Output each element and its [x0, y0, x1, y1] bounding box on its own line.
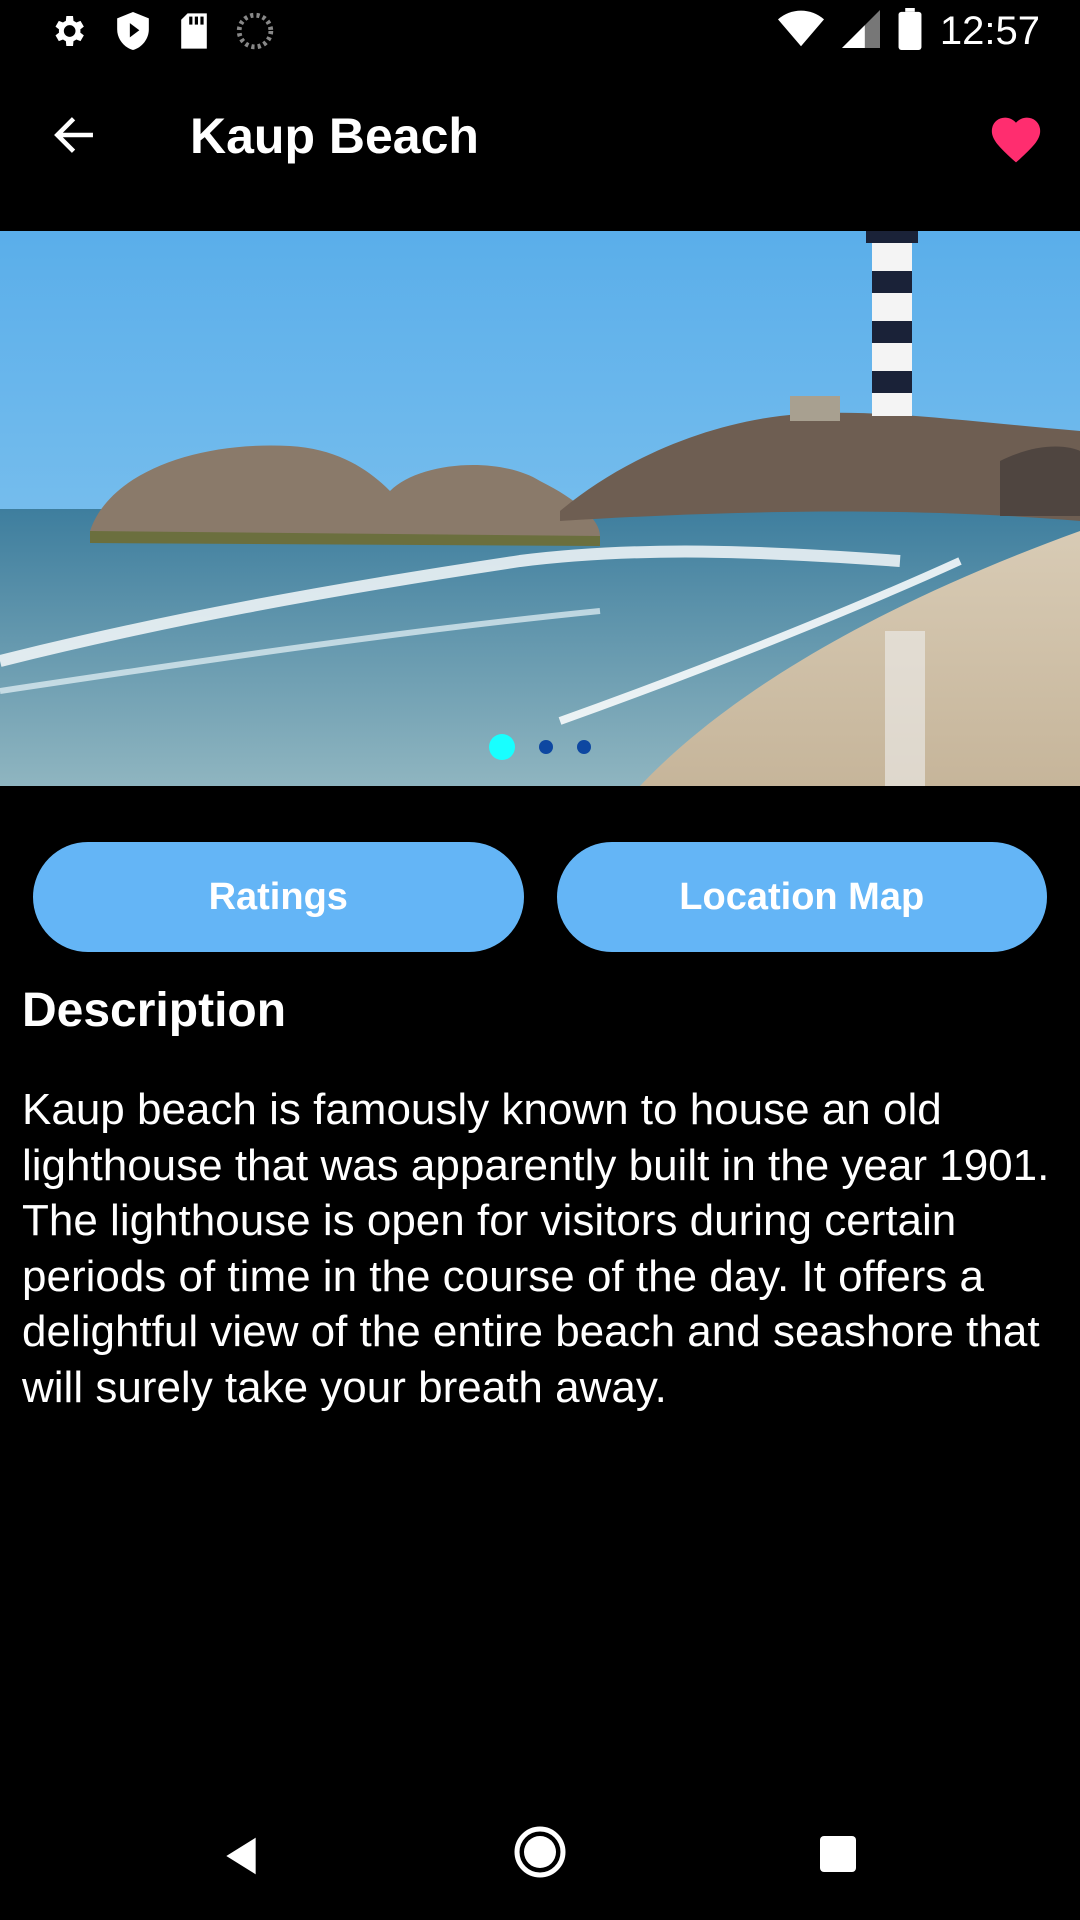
clock: 12:57	[939, 9, 1040, 53]
heart-icon	[987, 110, 1045, 169]
app-bar: Kaup Beach	[0, 63, 1080, 231]
ratings-button[interactable]: Ratings	[33, 842, 524, 952]
shield-icon	[114, 10, 152, 57]
arrow-back-icon	[49, 110, 99, 165]
carousel-indicator	[0, 734, 1080, 760]
location-map-button[interactable]: Location Map	[556, 842, 1047, 952]
page-title: Kaup Beach	[190, 108, 479, 164]
description-heading: Description	[22, 984, 287, 1037]
nav-back-icon[interactable]	[222, 1834, 260, 1883]
system-nav-bar	[0, 1794, 1080, 1920]
description-text: Kaup beach is famously known to house an…	[22, 1085, 1050, 1412]
signal-icon	[841, 9, 880, 54]
carousel-dot[interactable]	[577, 740, 591, 754]
action-buttons: Ratings Location Map	[33, 842, 1047, 952]
image-carousel[interactable]	[0, 231, 1080, 786]
back-button[interactable]	[40, 103, 108, 171]
status-bar: 12:57	[0, 0, 1080, 63]
nav-home-icon[interactable]	[514, 1826, 566, 1883]
favorite-button[interactable]	[980, 103, 1052, 175]
carousel-dot-active[interactable]	[489, 734, 515, 760]
battery-icon	[898, 8, 922, 55]
beach-lighthouse-image	[0, 231, 1080, 786]
gear-icon	[48, 11, 88, 56]
carousel-dot[interactable]	[539, 740, 553, 754]
wifi-icon	[777, 9, 824, 54]
loading-icon	[236, 12, 274, 55]
sd-card-icon	[178, 11, 210, 56]
nav-recents-icon[interactable]	[820, 1836, 856, 1877]
